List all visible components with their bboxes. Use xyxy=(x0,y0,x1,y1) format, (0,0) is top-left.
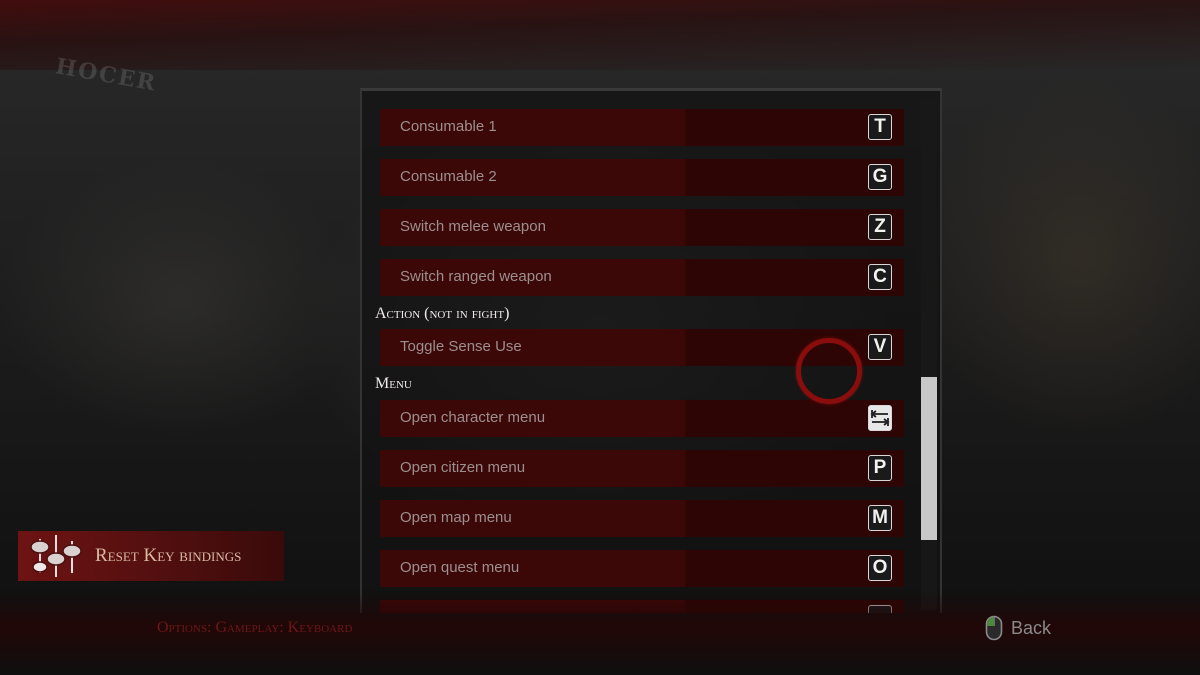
sliders-icon xyxy=(26,533,88,579)
mouse-icon xyxy=(985,615,1003,641)
binding-row-switch-melee[interactable]: Switch melee weapon Z xyxy=(380,209,904,246)
back-button[interactable]: Back xyxy=(985,614,1051,642)
binding-row-character-menu[interactable]: Open character menu xyxy=(380,400,904,437)
reset-button-label: Reset Key bindings xyxy=(95,545,242,566)
binding-row-consumable-2[interactable]: Consumable 2 G xyxy=(380,159,904,196)
binding-row-citizen-menu[interactable]: Open citizen menu P xyxy=(380,450,904,487)
section-header-menu: Menu xyxy=(375,375,412,392)
binding-label: Toggle Sense Use xyxy=(400,338,522,355)
binding-label: Open character menu xyxy=(400,409,546,426)
key-badge[interactable]: V xyxy=(868,334,892,360)
blood-splatter-top xyxy=(0,0,1200,70)
key-badge[interactable]: Z xyxy=(868,214,892,240)
binding-label: Consumable 1 xyxy=(400,118,497,135)
back-label: Back xyxy=(1011,617,1052,638)
binding-row-switch-ranged[interactable]: Switch ranged weapon C xyxy=(380,259,904,296)
key-badge[interactable]: G xyxy=(868,164,892,190)
binding-label: Open quest menu xyxy=(400,559,520,576)
binding-row-map-menu[interactable]: Open map menu M xyxy=(380,500,904,537)
binding-label: Switch melee weapon xyxy=(400,218,546,235)
binding-label: Open map menu xyxy=(400,509,512,526)
binding-row-consumable-1[interactable]: Consumable 1 T xyxy=(380,109,904,146)
scrollbar-thumb[interactable] xyxy=(921,377,937,540)
key-badge[interactable]: T xyxy=(868,114,892,140)
tab-icon[interactable] xyxy=(868,405,892,431)
key-badge[interactable]: C xyxy=(868,264,892,290)
binding-row-quest-menu[interactable]: Open quest menu O xyxy=(380,550,904,587)
reset-key-bindings-button[interactable]: Reset Key bindings xyxy=(18,531,284,581)
key-badge[interactable]: M xyxy=(868,505,892,531)
key-badge[interactable]: P xyxy=(868,455,892,481)
section-header-action: Action (not in fight) xyxy=(375,305,510,322)
binding-label: Consumable 2 xyxy=(400,168,497,185)
breadcrumb: Options: Gameplay: Keyboard xyxy=(157,619,353,636)
binding-label: Open citizen menu xyxy=(400,459,526,476)
binding-label: Switch ranged weapon xyxy=(400,268,552,285)
cursor-ring-icon xyxy=(796,338,862,404)
key-badge[interactable]: O xyxy=(868,555,892,581)
